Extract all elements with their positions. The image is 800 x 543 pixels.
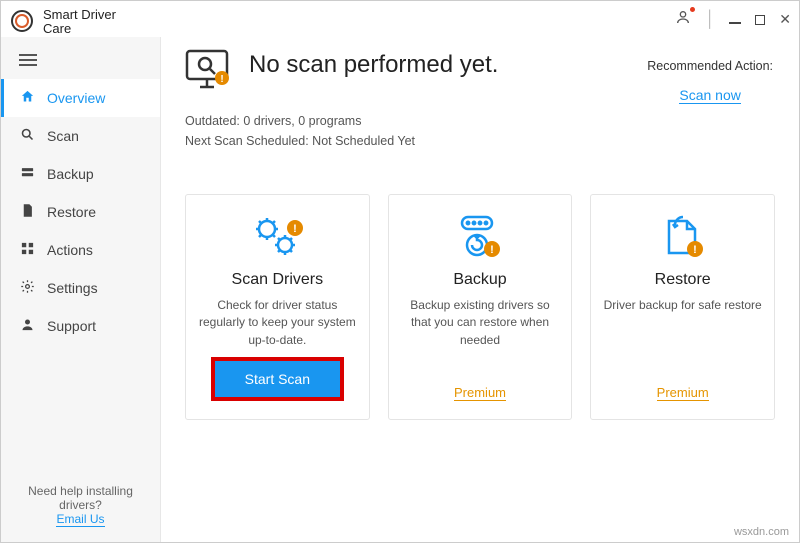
card-desc: Driver backup for safe restore <box>604 297 762 371</box>
scan-drivers-card: ! Scan Drivers Check for driver status r… <box>185 194 370 420</box>
sidebar-label: Settings <box>47 280 98 296</box>
card-title: Restore <box>655 271 711 289</box>
sidebar-item-support[interactable]: Support <box>1 307 160 345</box>
sidebar-item-overview[interactable]: Overview <box>1 79 160 117</box>
gear-icon <box>19 279 35 297</box>
restore-icon: ! <box>653 211 713 265</box>
search-icon <box>19 127 35 145</box>
backup-icon <box>19 165 35 183</box>
backup-card: ! Backup Backup existing drivers so that… <box>388 194 573 420</box>
divider-icon: │ <box>705 11 715 29</box>
close-button[interactable]: ✕ <box>779 11 791 28</box>
restore-icon <box>19 203 35 221</box>
hamburger-menu-icon[interactable] <box>1 37 160 79</box>
next-scan-status: Next Scan Scheduled: Not Scheduled Yet <box>185 134 775 148</box>
scan-now-link[interactable]: Scan now <box>679 87 740 104</box>
home-icon <box>19 89 35 107</box>
sidebar-item-actions[interactable]: Actions <box>1 231 160 269</box>
main-panel: ! No scan performed yet. Recommended Act… <box>161 37 799 542</box>
svg-text:!: ! <box>693 244 697 256</box>
grid-icon <box>19 241 35 259</box>
highlight-frame: Start Scan <box>211 357 344 401</box>
app-title: Smart Driver Care <box>43 8 123 36</box>
sidebar-label: Restore <box>47 204 96 220</box>
card-desc: Check for driver status regularly to kee… <box>198 297 357 349</box>
notification-dot-icon <box>690 7 695 12</box>
premium-link[interactable]: Premium <box>454 385 506 401</box>
svg-text:!: ! <box>220 74 223 85</box>
maximize-button[interactable] <box>755 15 765 25</box>
svg-text:!: ! <box>293 223 297 235</box>
nav-list: Overview Scan Backup <box>1 79 160 472</box>
sidebar-item-backup[interactable]: Backup <box>1 155 160 193</box>
recommended-action-box: Recommended Action: Scan now <box>647 59 773 104</box>
card-title: Backup <box>453 271 506 289</box>
backup-icon: ! <box>450 211 510 265</box>
person-icon <box>19 317 35 335</box>
app-window: Smart Driver Care │ ✕ Overview <box>0 0 800 543</box>
recommended-label: Recommended Action: <box>647 59 773 73</box>
minimize-button[interactable] <box>729 16 741 24</box>
card-desc: Backup existing drivers so that you can … <box>401 297 560 371</box>
card-title: Scan Drivers <box>232 271 324 289</box>
titlebar: Smart Driver Care │ ✕ <box>1 1 799 37</box>
start-scan-button[interactable]: Start Scan <box>215 361 340 397</box>
sidebar-footer: Need help installing drivers? Email Us <box>1 472 160 542</box>
page-title: No scan performed yet. <box>249 51 498 79</box>
scan-drivers-icon: ! <box>247 211 307 265</box>
watermark: wsxdn.com <box>734 526 789 538</box>
premium-link[interactable]: Premium <box>657 385 709 401</box>
sidebar-label: Overview <box>47 90 105 106</box>
outdated-status: Outdated: 0 drivers, 0 programs <box>185 114 775 128</box>
monitor-scan-icon: ! <box>185 49 231 96</box>
cards-row: ! Scan Drivers Check for driver status r… <box>185 194 775 420</box>
email-us-link[interactable]: Email Us <box>56 512 104 527</box>
sidebar-label: Backup <box>47 166 94 182</box>
sidebar-item-restore[interactable]: Restore <box>1 193 160 231</box>
sidebar: Overview Scan Backup <box>1 37 161 542</box>
sidebar-item-scan[interactable]: Scan <box>1 117 160 155</box>
app-logo-icon <box>11 10 33 32</box>
sidebar-label: Support <box>47 318 96 334</box>
sidebar-label: Actions <box>47 242 93 258</box>
sidebar-item-settings[interactable]: Settings <box>1 269 160 307</box>
footer-text: Need help installing drivers? <box>11 484 150 512</box>
user-account-icon[interactable] <box>675 9 691 30</box>
svg-text:!: ! <box>490 244 494 256</box>
sidebar-label: Scan <box>47 128 79 144</box>
restore-card: ! Restore Driver backup for safe restore… <box>590 194 775 420</box>
